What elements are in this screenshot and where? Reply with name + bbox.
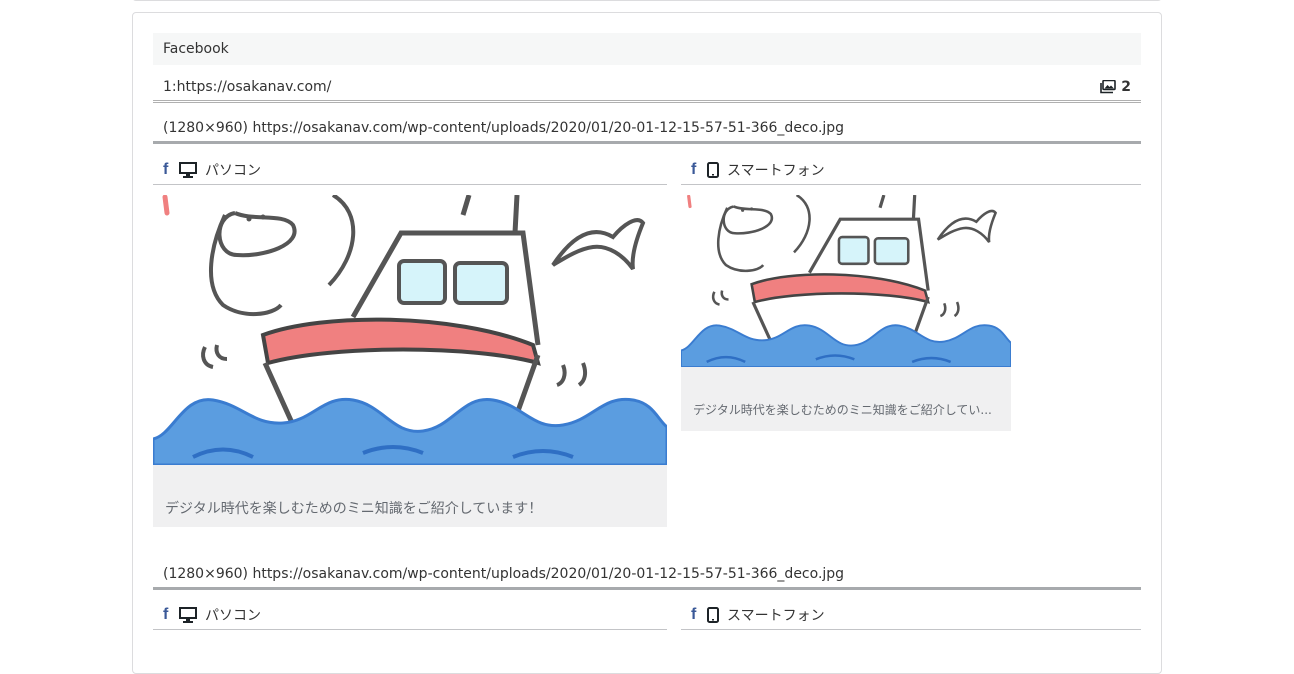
pc-label: パソコン — [205, 607, 261, 624]
sp-preview-header: f スマートフォン — [681, 600, 1141, 630]
pc-preview-header: f パソコン — [153, 155, 667, 185]
sns-preview-card: Facebook 1:https://osakanav.com/ 2 (1280… — [132, 12, 1162, 674]
sp-preview-caption: デジタル時代を楽しむためのミニ知識をご紹介してい... — [693, 403, 992, 417]
previous-card-edge — [132, 0, 1162, 1]
sp-preview-column: f スマートフォン — [681, 155, 1141, 431]
preview-image — [153, 195, 667, 465]
sns-name-header: Facebook — [153, 33, 1141, 65]
image-row: (1280×960) https://osakanav.com/wp-conte… — [153, 114, 1141, 144]
desktop-icon — [179, 161, 197, 178]
smartphone-icon — [707, 606, 719, 623]
sp-preview-header: f スマートフォン — [681, 155, 1141, 185]
facebook-icon: f — [691, 605, 697, 623]
image-label: (1280×960) https://osakanav.com/wp-conte… — [163, 120, 845, 136]
smartphone-icon — [707, 161, 719, 178]
facebook-icon: f — [691, 160, 697, 178]
pc-link-preview[interactable]: デジタル時代を楽しむためのミニ知識をご紹介しています！ — [153, 195, 667, 527]
pc-label: パソコン — [205, 162, 261, 179]
sp-preview-column: f スマートフォン — [681, 600, 1141, 630]
image-row: (1280×960) https://osakanav.com/wp-conte… — [153, 560, 1141, 590]
url-row: 1:https://osakanav.com/ 2 — [153, 73, 1141, 103]
images-icon — [1100, 80, 1117, 94]
pc-preview-column: f パソコン — [153, 600, 667, 630]
sns-name: Facebook — [163, 41, 229, 57]
sp-link-preview[interactable]: デジタル時代を楽しむためのミニ知識をご紹介してい... — [681, 195, 1011, 431]
desktop-icon — [179, 606, 197, 623]
facebook-icon: f — [163, 160, 169, 178]
sp-label: スマートフォン — [727, 607, 825, 624]
facebook-icon: f — [163, 605, 169, 623]
pc-preview-column: f パソコン — [153, 155, 667, 527]
image-label: (1280×960) https://osakanav.com/wp-conte… — [163, 566, 845, 582]
url-label: 1:https://osakanav.com/ — [163, 79, 332, 95]
sp-label: スマートフォン — [727, 162, 825, 179]
preview-image — [681, 195, 1011, 367]
image-count: 2 — [1100, 73, 1131, 101]
pc-preview-caption: デジタル時代を楽しむためのミニ知識をご紹介しています！ — [165, 501, 543, 517]
image-count-value: 2 — [1121, 79, 1131, 95]
pc-preview-header: f パソコン — [153, 600, 667, 630]
